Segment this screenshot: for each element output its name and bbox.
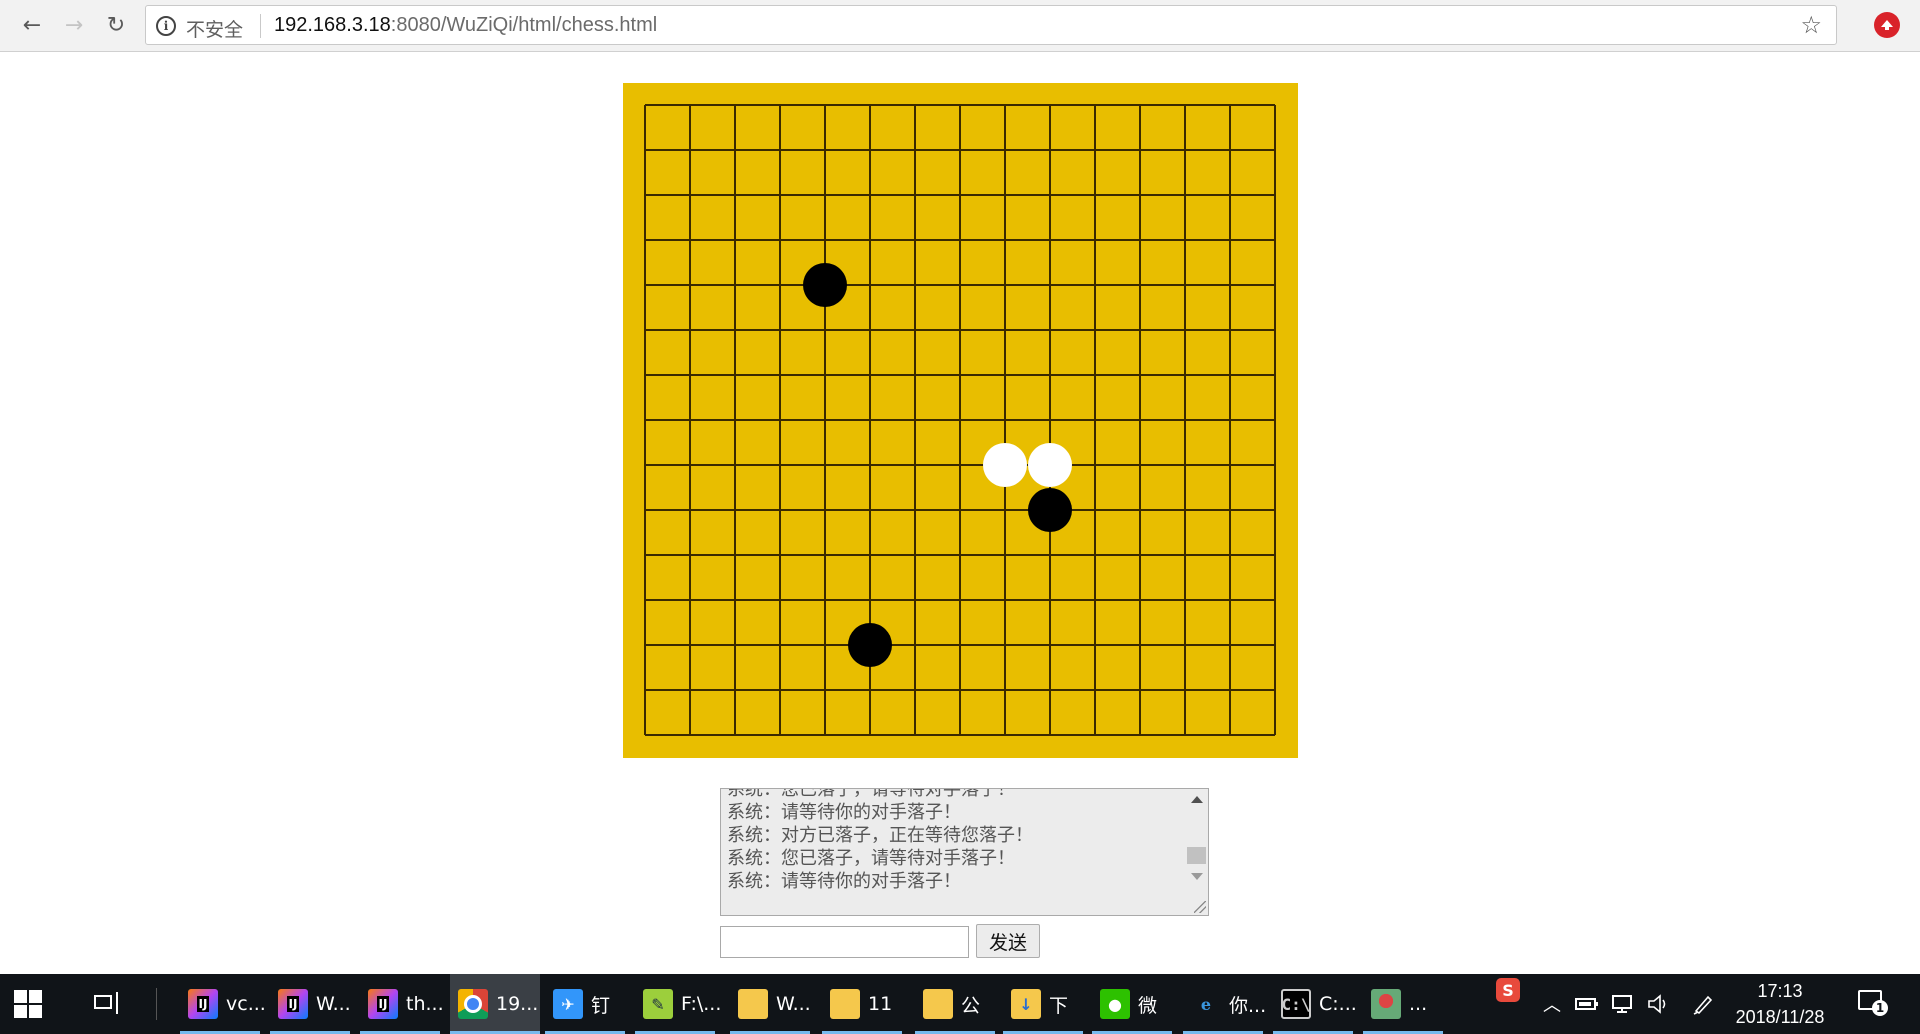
wechat-icon: ●	[1100, 989, 1130, 1019]
system-clock[interactable]: 17:13 2018/11/28	[1720, 978, 1840, 1030]
taskbar-app-label: W...	[316, 993, 351, 1015]
chat-scrollbar[interactable]	[1185, 789, 1208, 915]
url-host: 192.168.3.18	[274, 14, 391, 36]
address-divider	[260, 14, 261, 38]
folder-3-icon	[923, 989, 953, 1019]
folder-downloads-icon: ↓	[1011, 989, 1041, 1019]
cmd-icon: C:\	[1281, 989, 1311, 1019]
intellij-3-icon: IJ	[368, 989, 398, 1019]
black-stone	[1028, 488, 1072, 532]
taskbar-app-label: 钉	[591, 994, 611, 1017]
folder-1-icon	[738, 989, 768, 1019]
url-text[interactable]: 192.168.3.18:8080/WuZiQi/html/chess.html	[274, 14, 657, 37]
notification-count: 1	[1872, 1000, 1888, 1016]
chrome-icon	[458, 989, 488, 1019]
intellij-1-icon: IJ	[188, 989, 218, 1019]
chat-message: 系统：对方已落子，正在等待您落子！	[727, 825, 1033, 846]
taskbar-app-wechat[interactable]: ● 微	[1092, 974, 1172, 1034]
chat-message: 系统：请等待你的对手落子！	[727, 871, 961, 892]
task-view-icon[interactable]	[94, 992, 122, 1016]
taskbar-app-label: 微	[1138, 994, 1158, 1017]
avatar-app-icon	[1371, 989, 1401, 1019]
taskbar-app-intellij-2[interactable]: IJ W...	[270, 974, 351, 1034]
intellij-2-icon: IJ	[278, 989, 308, 1019]
security-label[interactable]: 不安全	[186, 15, 243, 42]
info-icon[interactable]: i	[156, 16, 176, 36]
url-path: :8080/WuZiQi/html/chess.html	[390, 14, 658, 36]
send-button[interactable]: 发送	[976, 924, 1040, 958]
taskbar-app-chrome[interactable]: 19...	[450, 974, 540, 1034]
taskbar-app-label: 你...	[1229, 994, 1267, 1017]
dingtalk-icon: ✈	[553, 989, 583, 1019]
back-button[interactable]: ←	[16, 10, 48, 42]
network-icon[interactable]	[1608, 974, 1638, 1034]
taskbar-app-folder-1[interactable]: W...	[730, 974, 811, 1034]
taskbar-app-notepad-plus[interactable]: ✎ F:\...	[635, 974, 721, 1034]
taskbar-app-avatar-app[interactable]: ...	[1363, 974, 1443, 1034]
taskbar-app-label: W...	[776, 993, 811, 1015]
windows-start-icon[interactable]	[14, 990, 42, 1018]
reload-button[interactable]: ↻	[100, 10, 132, 42]
scroll-thumb[interactable]	[1187, 847, 1206, 864]
bookmark-star-icon[interactable]: ☆	[1800, 11, 1822, 39]
taskbar-app-label: 下	[1049, 994, 1069, 1017]
taskbar-app-folder-downloads[interactable]: ↓ 下	[1003, 974, 1083, 1034]
resize-grip-icon[interactable]	[1194, 901, 1206, 913]
action-center-icon[interactable]: 1	[1858, 990, 1888, 1016]
chat-message: 系统：请等待你的对手落子！	[727, 802, 961, 823]
taskbar-app-label: C:...	[1319, 993, 1357, 1015]
taskbar-app-intellij-3[interactable]: IJ th...	[360, 974, 444, 1034]
taskbar-app-label: F:\...	[681, 993, 722, 1015]
notepad-plus-icon: ✎	[643, 989, 673, 1019]
black-stone	[848, 623, 892, 667]
reload-icon: ↻	[106, 13, 126, 38]
taskbar-app-cmd[interactable]: C:\ C:...	[1273, 974, 1357, 1034]
scroll-down-icon[interactable]	[1191, 873, 1203, 880]
clock-date: 2018/11/28	[1735, 1007, 1825, 1027]
white-stone	[983, 443, 1027, 487]
gomoku-board[interactable]	[623, 83, 1298, 758]
message-input[interactable]	[720, 926, 969, 958]
taskbar-divider	[156, 988, 157, 1020]
windows-taskbar: IJ vc... IJ W... IJ th... 19... ✈ 钉 ✎ F:\... W... 11…	[0, 974, 1920, 1034]
taskbar-app-label: th...	[406, 993, 444, 1015]
taskbar-app-dingtalk[interactable]: ✈ 钉	[545, 974, 625, 1034]
scroll-up-icon[interactable]	[1191, 796, 1203, 803]
battery-icon[interactable]	[1572, 974, 1602, 1034]
chat-messages: 系统：您已落子，请等待对手落子！ 系统：请等待你的对手落子！ 系统：对方已落子，正在…	[727, 788, 1175, 893]
volume-icon[interactable]	[1644, 974, 1674, 1034]
black-stone	[803, 263, 847, 307]
folder-2-icon	[830, 989, 860, 1019]
pen-ink-icon[interactable]	[1688, 974, 1718, 1034]
taskbar-app-edge[interactable]: e 你...	[1183, 974, 1267, 1034]
address-bar[interactable]: i 不安全 192.168.3.18:8080/WuZiQi/html/ches…	[145, 5, 1837, 45]
taskbar-app-label: vc...	[226, 993, 266, 1015]
sogou-ime-icon[interactable]: S	[1496, 978, 1520, 1002]
white-stone	[1028, 443, 1072, 487]
taskbar-app-folder-3[interactable]: 公	[915, 974, 995, 1034]
browser-toolbar: ← → ↻ i 不安全 192.168.3.18:8080/WuZiQi/htm…	[0, 0, 1920, 52]
board-canvas[interactable]	[623, 83, 1298, 758]
chat-log-textarea[interactable]: 系统：您已落子，请等待对手落子！ 系统：请等待你的对手落子！ 系统：对方已落子，正在…	[720, 788, 1209, 916]
extension-update-icon[interactable]	[1874, 12, 1900, 38]
forward-button[interactable]: →	[58, 10, 90, 42]
chat-message: 系统：您已落子，请等待对手落子！	[727, 848, 1015, 869]
arrow-left-icon: ←	[22, 13, 42, 38]
taskbar-app-label: 公	[961, 994, 981, 1017]
taskbar-app-label: 11	[868, 993, 893, 1015]
tray-chevron-up-icon[interactable]: ︿	[1538, 974, 1566, 1034]
taskbar-app-label: ...	[1409, 993, 1428, 1015]
taskbar-app-intellij-1[interactable]: IJ vc...	[180, 974, 266, 1034]
arrow-right-icon: →	[64, 13, 84, 38]
taskbar-app-folder-2[interactable]: 11	[822, 974, 902, 1034]
chat-message: 系统：您已落子，请等待对手落子！	[727, 788, 1015, 800]
clock-time: 17:13	[1757, 981, 1803, 1001]
edge-icon: e	[1200, 994, 1212, 1014]
taskbar-app-label: 19...	[496, 993, 539, 1015]
